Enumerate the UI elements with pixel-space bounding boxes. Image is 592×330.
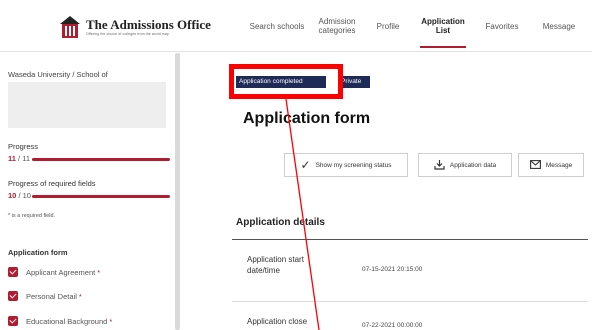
annotation-arrow-line [285, 98, 320, 330]
